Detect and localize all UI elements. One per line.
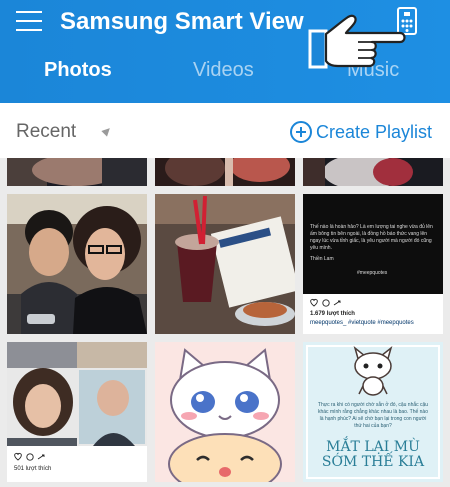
poster-text: Thực ra khi có người chờ sẵn ở đó, cậu n… [317,402,429,429]
quote-hashtag: #meepquotes [357,270,388,276]
app-title: Samsung Smart View [60,8,304,35]
quote-post-tile[interactable]: Thế nào là hoàn hảo? Là em lượng tai ngh… [303,194,443,334]
tab-photos[interactable]: Photos [44,50,112,90]
collage-post-tile[interactable]: 501 lượt thích [7,342,147,482]
photo-grid: Thế nào là hoàn hảo? Là em lượng tai ngh… [0,158,450,487]
drink-photo-tile[interactable] [155,194,295,334]
sort-dropdown[interactable]: Recent [16,120,76,144]
photo-tile[interactable] [7,158,147,186]
likes-count: 501 lượt thích [14,466,52,472]
playlist-toolbar: Recent Create Playlist [0,103,450,158]
quote-author: Thiền Lam [310,256,334,262]
plus-circle-icon [290,121,312,143]
create-playlist-label: Create Playlist [316,121,433,142]
selfie-photo-tile[interactable] [7,194,147,334]
post-actions-icons [310,298,341,307]
post-actions-icons [14,452,45,461]
photo-tile[interactable] [303,158,443,186]
tab-videos[interactable]: Videos [193,50,254,90]
photo-tile[interactable] [155,158,295,186]
app-header: Samsung Smart View Photos Videos Music [0,0,450,103]
quote-text: Thế nào là hoàn hảo? Là em lượng tai ngh… [310,224,433,251]
cat-poster-tile[interactable]: Thực ra khi có người chờ sẵn ở đó, cậu n… [303,342,443,482]
likes-count: 1.679 lượt thích [310,311,355,317]
hamburger-icon[interactable] [16,11,42,33]
pointing-hand-icon [308,14,406,69]
post-caption: meepquotes_ #vietquote #meepquotes [310,320,414,326]
quote-card: Thế nào là hoàn hảo? Là em lượng tai ngh… [303,194,443,294]
dropdown-caret-icon[interactable] [101,125,113,137]
cat-illustration-tile[interactable] [155,342,295,482]
create-playlist-button[interactable]: Create Playlist [290,119,432,145]
poster-title: MẮT LẠI MÙ SỚM THẾ KIA [321,439,425,470]
